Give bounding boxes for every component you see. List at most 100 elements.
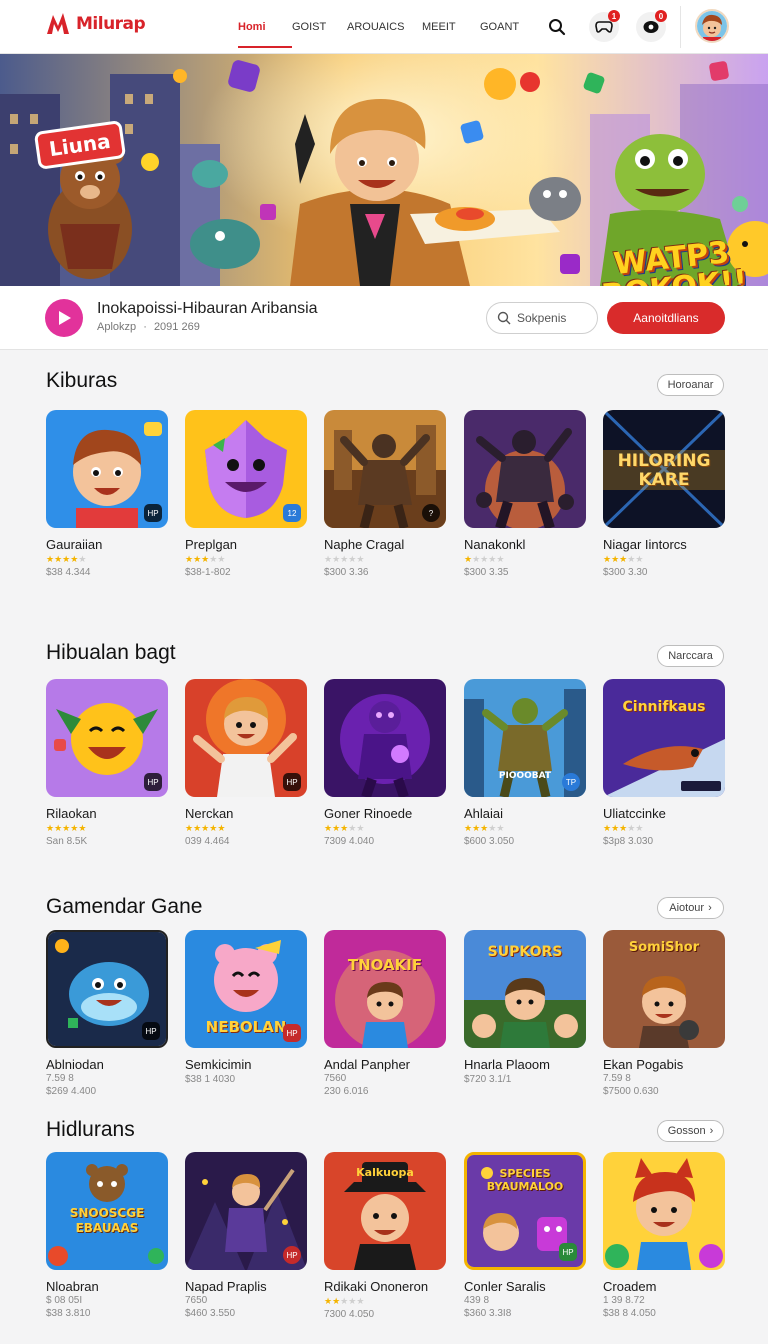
game-badge: HP	[142, 1022, 160, 1040]
game-badge: ?	[422, 504, 440, 522]
star-rating: ★★★★★	[603, 823, 725, 834]
app-meta: 2091 269	[153, 321, 200, 333]
game-thumbnail: HP	[46, 930, 168, 1048]
gamepad-icon[interactable]: 1	[589, 10, 620, 42]
star-icon: ★	[46, 823, 55, 833]
search-box[interactable]	[486, 302, 598, 334]
game-card[interactable]: SUPKORS Hnarla Plaoom $720 3.1/1	[464, 930, 586, 1085]
game-price: $38-1-802	[185, 567, 231, 578]
chat-icon[interactable]: 0	[636, 10, 667, 42]
star-icon: ★	[193, 823, 202, 833]
star-icon: ★	[464, 823, 473, 833]
star-icon: ★	[603, 823, 612, 833]
nav-home[interactable]: Homi	[238, 0, 292, 54]
game-sub-meta: 7.59 8	[46, 1073, 74, 1084]
star-rating: ★★★★★	[464, 823, 586, 834]
section-more-button-3[interactable]: Aiotour ›	[657, 897, 724, 919]
play-icon[interactable]	[45, 299, 83, 337]
star-rating: ★★★★★	[46, 823, 168, 834]
game-card[interactable]: HILORING KARE Niagar Iintorcs ★★★★★ $300…	[603, 410, 725, 578]
star-icon: ★	[356, 554, 365, 564]
star-rating: ★★★★★	[464, 554, 586, 565]
brand[interactable]: Milurap	[44, 10, 146, 38]
search-icon[interactable]	[542, 12, 572, 42]
game-card[interactable]: Nanakonkl ★★★★★ $300 3.35	[464, 410, 586, 578]
star-icon: ★	[185, 823, 194, 833]
star-icon: ★	[496, 823, 505, 833]
game-price: $300 3.30	[603, 567, 648, 578]
game-price: $38 3.810	[46, 1308, 91, 1319]
game-badge: HP	[283, 1246, 301, 1264]
primary-cta-button[interactable]: Aanoitdlians	[607, 302, 725, 334]
nav-item-3[interactable]: AROUAICS	[347, 0, 422, 54]
game-card[interactable]: SomiShor Ekan Pogabis 7.59 8 $7500 0.630	[603, 930, 725, 1097]
game-card[interactable]: HP Ablniodan 7.59 8 $269 4.400	[46, 930, 168, 1097]
game-thumbnail: SomiShor	[603, 930, 725, 1048]
section-more-button-2[interactable]: Narccara	[657, 645, 724, 667]
star-icon: ★	[496, 554, 505, 564]
avatar[interactable]	[695, 9, 729, 43]
game-card[interactable]: Kalkuopa Rdikaki Ononeron ★★★★★ 7300 4.0…	[324, 1152, 446, 1320]
section-title-3: Gamendar Gane	[46, 895, 203, 918]
app-subtitle: Aplokzp · 2091 269	[97, 321, 200, 333]
search-input[interactable]	[517, 311, 587, 325]
game-title: Ekan Pogabis	[603, 1057, 684, 1072]
star-icon: ★	[193, 554, 202, 564]
game-card[interactable]: 12 Preplgan ★★★★★ $38-1-802	[185, 410, 307, 578]
game-price: San 8.5K	[46, 836, 88, 847]
search-icon	[497, 311, 511, 325]
nav-item-4[interactable]: MEEIT	[422, 0, 480, 54]
app-publisher: Aplokzp	[97, 321, 137, 333]
thumbnail-label: SomiShor	[628, 940, 700, 955]
star-icon: ★	[472, 823, 481, 833]
game-card[interactable]: HP Gauraiian ★★★★★ $38 4.344	[46, 410, 168, 578]
game-card[interactable]: Cinnifkaus Uliatccinke ★★★★★ $3p8 3.030	[603, 679, 725, 847]
star-rating: ★★★★★	[185, 823, 307, 834]
game-title: Niagar Iintorcs	[603, 537, 687, 552]
game-badge: HP	[559, 1243, 577, 1261]
game-card[interactable]: SNOOSCGE EBAUAAS Nloabran $ 08 05I $38 3…	[46, 1152, 168, 1319]
game-card[interactable]: TNOAKIF Andal Panpher 7560 230 6.016	[324, 930, 446, 1097]
thumbnail-label: SPECIES BYAUMALOO	[486, 1167, 564, 1193]
star-icon: ★	[635, 554, 644, 564]
game-thumbnail: HP	[185, 1152, 307, 1270]
thumbnail-label: HILORING KARE	[617, 451, 711, 490]
game-title: Croadem	[603, 1279, 657, 1294]
section-more-button-1[interactable]: Horoanar	[657, 374, 724, 396]
game-title: Naphe Cragal	[324, 537, 405, 552]
section-more-button-4[interactable]: Gosson ›	[657, 1120, 724, 1142]
star-icon: ★	[324, 1296, 333, 1306]
game-thumbnail: SNOOSCGE EBAUAAS	[46, 1152, 168, 1270]
game-card[interactable]: NEBOLAN HP Semkicimin $38 1 4030	[185, 930, 307, 1085]
star-icon: ★	[324, 823, 333, 833]
star-icon: ★	[472, 554, 481, 564]
game-card[interactable]: Croadem 1 39 8.72 $38 8 4.050	[603, 1152, 725, 1319]
hero-banner[interactable]: Liuna WATP3 BOKOK!!	[0, 54, 768, 286]
game-card[interactable]: HP Napad Praplis 7650 $460 3.550	[185, 1152, 307, 1319]
game-thumbnail: HP	[46, 410, 168, 528]
game-price: $720 3.1/1	[464, 1074, 512, 1085]
game-card[interactable]: PIOOOBAT TP Ahlaiai ★★★★★ $600 3.050	[464, 679, 586, 847]
game-thumbnail: HILORING KARE	[603, 410, 725, 528]
game-title: Ablniodan	[46, 1057, 104, 1072]
star-icon: ★	[611, 554, 620, 564]
star-rating: ★★★★★	[324, 823, 446, 834]
game-card[interactable]: ? Naphe Cragal ★★★★★ $300 3.36	[324, 410, 446, 578]
game-badge: 12	[283, 504, 301, 522]
game-price: 230 6.016	[324, 1086, 369, 1097]
game-sub-meta: $ 08 05I	[46, 1295, 83, 1306]
game-price: $38 1 4030	[185, 1074, 236, 1085]
nav-item-2[interactable]: GOIST	[292, 0, 347, 54]
game-card[interactable]: Goner Rinoede ★★★★★ 7309 4.040	[324, 679, 446, 847]
game-card[interactable]: HP Rilaokan ★★★★★ San 8.5K	[46, 679, 168, 847]
game-title: Rilaokan	[46, 806, 97, 821]
nav-item-5[interactable]: GOANT	[480, 0, 540, 54]
star-rating: ★★★★★	[46, 554, 168, 565]
game-card[interactable]: SPECIES BYAUMALOO HP Conler Saralis 439 …	[464, 1152, 586, 1319]
game-thumbnail: HP	[46, 679, 168, 797]
game-thumbnail: Kalkuopa	[324, 1152, 446, 1270]
star-icon: ★	[46, 554, 55, 564]
game-card[interactable]: HP Nerckan ★★★★★ 039 4.464	[185, 679, 307, 847]
game-price: $38 4.344	[46, 567, 91, 578]
star-icon: ★	[611, 823, 620, 833]
